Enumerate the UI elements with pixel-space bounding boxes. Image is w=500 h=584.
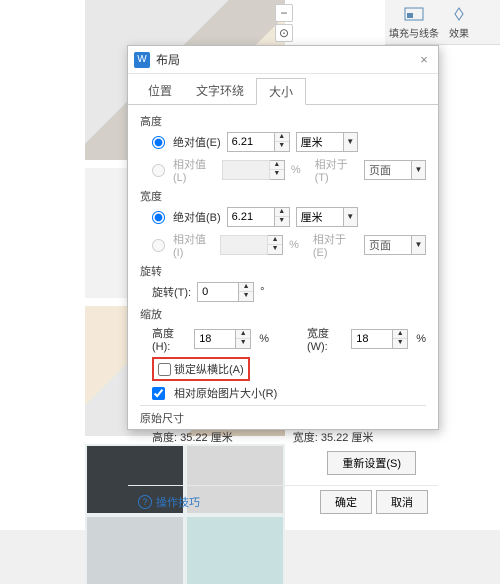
tab-text-wrap[interactable]: 文字环绕 bbox=[184, 78, 256, 104]
width-relative-radio bbox=[152, 239, 165, 252]
width-spinner[interactable]: ▲▼ bbox=[275, 207, 290, 227]
original-size-label: 原始尺寸 bbox=[140, 410, 426, 426]
width-unit-combo[interactable] bbox=[296, 207, 344, 227]
lock-aspect-checkbox[interactable] bbox=[158, 363, 171, 376]
layout-dialog: W 布局 × 位置 文字环绕 大小 高度 绝对值(E) ▲▼ ▼ 相对值(L) … bbox=[127, 45, 439, 430]
height-relative-label: 相对值(L) bbox=[173, 156, 216, 184]
height-unit-combo[interactable] bbox=[296, 132, 344, 152]
height-relative-input bbox=[222, 160, 270, 180]
close-icon[interactable]: × bbox=[416, 52, 432, 68]
height-spinner[interactable]: ▲▼ bbox=[275, 132, 290, 152]
height-section-label: 高度 bbox=[140, 113, 426, 129]
height-relative-to-combo bbox=[364, 160, 412, 180]
relative-original-checkbox[interactable] bbox=[152, 387, 165, 400]
width-absolute-radio[interactable] bbox=[152, 211, 165, 224]
relative-original-label: 相对原始图片大小(R) bbox=[174, 385, 277, 401]
fill-label: 填充与线条 bbox=[389, 25, 439, 40]
dialog-title: 布局 bbox=[156, 51, 416, 68]
reset-button[interactable]: 重新设置(S) bbox=[327, 451, 416, 475]
scale-width-input[interactable] bbox=[351, 329, 393, 349]
rotation-spinner[interactable]: ▲▼ bbox=[239, 282, 254, 302]
zoom-out-button[interactable]: − bbox=[275, 4, 293, 22]
app-logo: W bbox=[134, 52, 150, 68]
effects-label: 效果 bbox=[449, 25, 469, 40]
scale-height-label: 高度(H): bbox=[152, 325, 186, 353]
cancel-button[interactable]: 取消 bbox=[376, 490, 428, 514]
effects-group[interactable]: 效果 bbox=[447, 5, 471, 40]
effects-icon bbox=[447, 5, 471, 25]
rotation-input[interactable] bbox=[197, 282, 239, 302]
width-section-label: 宽度 bbox=[140, 188, 426, 204]
width-relative-to-combo bbox=[364, 235, 412, 255]
rotation-field-label: 旋转(T): bbox=[152, 284, 191, 300]
height-absolute-input[interactable] bbox=[227, 132, 275, 152]
width-absolute-input[interactable] bbox=[227, 207, 275, 227]
height-absolute-radio[interactable] bbox=[152, 136, 165, 149]
tips-label: 操作技巧 bbox=[156, 494, 200, 510]
scale-height-input[interactable] bbox=[194, 329, 236, 349]
tab-position[interactable]: 位置 bbox=[136, 78, 184, 104]
scale-width-label: 宽度(W): bbox=[307, 325, 343, 353]
fill-icon bbox=[402, 5, 426, 25]
chevron-down-icon[interactable]: ▼ bbox=[344, 132, 358, 152]
tips-link[interactable]: ? 操作技巧 确定 取消 bbox=[128, 485, 438, 518]
ribbon: 填充与线条 效果 bbox=[385, 0, 500, 45]
fill-outline-group[interactable]: 填充与线条 bbox=[389, 5, 439, 40]
chevron-down-icon[interactable]: ▼ bbox=[344, 207, 358, 227]
original-height-value: 35.22 厘米 bbox=[180, 432, 233, 444]
lightbulb-icon: ? bbox=[138, 495, 152, 509]
zoom-reset-button[interactable]: ⊙ bbox=[275, 24, 293, 42]
height-relative-radio bbox=[152, 164, 165, 177]
tab-size[interactable]: 大小 bbox=[256, 78, 306, 105]
width-relative-input bbox=[220, 235, 268, 255]
lock-aspect-highlight: 锁定纵横比(A) bbox=[152, 357, 250, 381]
original-width-value: 35.22 厘米 bbox=[321, 432, 374, 444]
scale-section-label: 缩放 bbox=[140, 306, 426, 322]
height-absolute-label: 绝对值(E) bbox=[173, 134, 221, 150]
width-relative-label: 相对值(I) bbox=[173, 231, 214, 259]
width-absolute-label: 绝对值(B) bbox=[173, 209, 221, 225]
ok-button[interactable]: 确定 bbox=[320, 490, 372, 514]
rotation-section-label: 旋转 bbox=[140, 263, 426, 279]
dialog-tabs: 位置 文字环绕 大小 bbox=[128, 78, 438, 105]
lock-aspect-label: 锁定纵横比(A) bbox=[174, 361, 244, 377]
height-rel-spinner: ▲▼ bbox=[270, 160, 285, 180]
